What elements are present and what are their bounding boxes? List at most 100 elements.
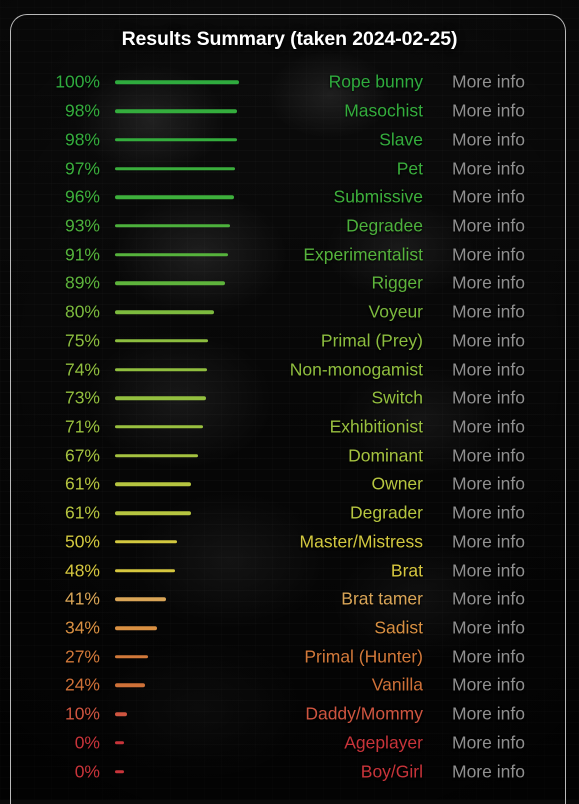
result-row[interactable]: 100% Rope bunny More info	[0, 68, 579, 97]
score-bar-track	[115, 709, 239, 719]
more-info-link[interactable]: More info	[452, 445, 552, 466]
score-bar-track	[115, 77, 239, 87]
more-info-link[interactable]: More info	[452, 732, 552, 753]
score-bar-track	[115, 336, 239, 346]
score-bar-track	[115, 164, 239, 174]
percent-value: 41%	[64, 588, 100, 609]
result-row[interactable]: 0% Boy/Girl More info	[0, 757, 579, 786]
result-row[interactable]: 91% Experimentalist More info	[0, 240, 579, 269]
result-row[interactable]: 27% Primal (Hunter) More info	[0, 642, 579, 671]
score-bar-fill	[115, 540, 177, 544]
more-info-link[interactable]: More info	[452, 187, 552, 208]
percent-value: 98%	[64, 100, 100, 121]
role-label: Experimentalist	[303, 244, 423, 265]
score-bar-fill	[115, 109, 237, 113]
result-row[interactable]: 74% Non-monogamist More info	[0, 355, 579, 384]
score-bar-fill	[115, 626, 158, 630]
role-label: Submissive	[333, 186, 423, 207]
more-info-link[interactable]: More info	[452, 646, 552, 667]
score-bar-track	[115, 221, 239, 231]
more-info-link[interactable]: More info	[452, 72, 552, 93]
result-row[interactable]: 48% Brat More info	[0, 556, 579, 585]
result-row[interactable]: 96% Submissive More info	[0, 183, 579, 212]
more-info-link[interactable]: More info	[452, 503, 552, 524]
more-info-link[interactable]: More info	[452, 273, 552, 294]
result-row[interactable]: 98% Masochist More info	[0, 97, 579, 126]
more-info-link[interactable]: More info	[452, 101, 552, 122]
result-row[interactable]: 93% Degradee More info	[0, 212, 579, 241]
result-row[interactable]: 80% Voyeur More info	[0, 298, 579, 327]
role-label: Daddy/Mommy	[305, 703, 423, 724]
result-row[interactable]: 71% Exhibitionist More info	[0, 413, 579, 442]
score-bar-track	[115, 738, 239, 748]
more-info-link[interactable]: More info	[452, 531, 552, 552]
result-row[interactable]: 24% Vanilla More info	[0, 671, 579, 700]
score-bar-fill	[115, 138, 237, 142]
percent-value: 74%	[64, 359, 100, 380]
percent-value: 93%	[64, 215, 100, 236]
more-info-link[interactable]: More info	[452, 158, 552, 179]
percent-value: 10%	[64, 703, 100, 724]
score-bar-fill	[115, 597, 166, 602]
score-bar-fill	[115, 453, 199, 458]
result-row[interactable]: 34% Sadist More info	[0, 614, 579, 643]
score-bar-fill	[115, 741, 124, 745]
more-info-link[interactable]: More info	[452, 675, 552, 696]
more-info-link[interactable]: More info	[452, 704, 552, 725]
score-bar-track	[115, 652, 239, 662]
role-label: Boy/Girl	[360, 761, 423, 782]
score-bar-track	[115, 135, 239, 145]
more-info-link[interactable]: More info	[452, 330, 552, 351]
percent-value: 48%	[64, 560, 100, 581]
role-label: Owner	[371, 473, 423, 494]
percent-value: 27%	[64, 646, 100, 667]
more-info-link[interactable]: More info	[452, 215, 552, 236]
role-label: Masochist	[344, 100, 423, 121]
score-bar-fill	[115, 511, 191, 515]
score-bar-track	[115, 307, 239, 317]
result-row[interactable]: 75% Primal (Prey) More info	[0, 326, 579, 355]
score-bar-fill	[115, 195, 235, 199]
score-bar-fill	[115, 769, 124, 774]
result-row[interactable]: 61% Owner More info	[0, 470, 579, 499]
score-bar-track	[115, 767, 239, 777]
more-info-link[interactable]: More info	[452, 474, 552, 495]
role-label: Master/Mistress	[299, 531, 423, 552]
more-info-link[interactable]: More info	[452, 244, 552, 265]
result-row[interactable]: 41% Brat tamer More info	[0, 585, 579, 614]
more-info-link[interactable]: More info	[452, 589, 552, 610]
score-bar-fill	[115, 367, 207, 372]
result-row[interactable]: 98% Slave More info	[0, 125, 579, 154]
more-info-link[interactable]: More info	[452, 388, 552, 409]
more-info-link[interactable]: More info	[452, 129, 552, 150]
percent-value: 73%	[64, 387, 100, 408]
score-bar-track	[115, 566, 239, 576]
score-bar-fill	[115, 80, 239, 85]
result-row[interactable]: 89% Rigger More info	[0, 269, 579, 298]
results-list: 100% Rope bunny More info 98% Masochist More …	[0, 68, 579, 786]
result-row[interactable]: 50% Master/Mistress More info	[0, 528, 579, 557]
result-row[interactable]: 10% Daddy/Mommy More info	[0, 700, 579, 729]
percent-value: 50%	[64, 531, 100, 552]
score-bar-fill	[115, 425, 204, 429]
more-info-link[interactable]: More info	[452, 302, 552, 323]
percent-value: 24%	[64, 674, 100, 695]
percent-value: 67%	[64, 445, 100, 466]
role-label: Dominant	[348, 445, 423, 466]
role-label: Rope bunny	[328, 71, 423, 92]
result-row[interactable]: 0% Ageplayer More info	[0, 729, 579, 758]
more-info-link[interactable]: More info	[452, 761, 552, 782]
more-info-link[interactable]: More info	[452, 618, 552, 639]
more-info-link[interactable]: More info	[452, 359, 552, 380]
more-info-link[interactable]: More info	[452, 560, 552, 581]
result-row[interactable]: 97% Pet More info	[0, 154, 579, 183]
result-row[interactable]: 61% Degrader More info	[0, 499, 579, 528]
more-info-link[interactable]: More info	[452, 416, 552, 437]
result-row[interactable]: 67% Dominant More info	[0, 441, 579, 470]
percent-value: 91%	[64, 244, 100, 265]
result-row[interactable]: 73% Switch More info	[0, 384, 579, 413]
score-bar-fill	[115, 712, 128, 716]
score-bar-fill	[115, 568, 175, 573]
role-label: Brat tamer	[341, 588, 423, 609]
score-bar-track	[115, 623, 239, 633]
